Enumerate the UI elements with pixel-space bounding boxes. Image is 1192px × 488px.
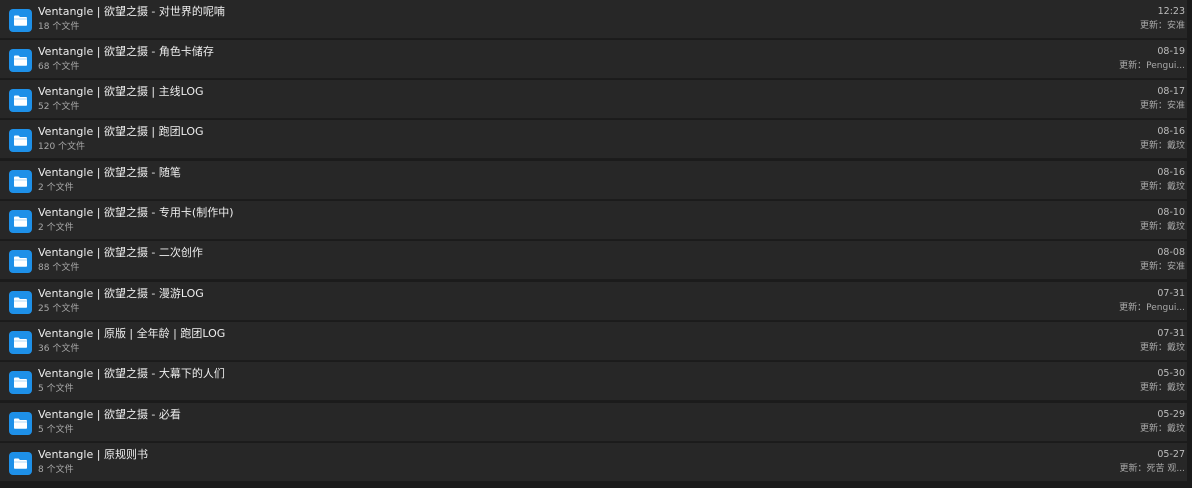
folder-row[interactable]: Ventangle | 欲望之摄 - 二次创作 88 个文件 08-08 更新：…: [0, 241, 1187, 280]
folder-icon: [9, 89, 32, 112]
folder-icon: [9, 331, 32, 354]
file-count: 2 个文件: [38, 183, 74, 193]
folder-name: Ventangle | 欲望之摄 - 随笔: [38, 166, 181, 179]
folder-row[interactable]: Ventangle | 欲望之摄 - 对世界的呢喃 18 个文件 12:23 更…: [0, 0, 1187, 39]
updated-by: 更新：死苦 观...: [1119, 464, 1185, 474]
folder-name: Ventangle | 欲望之摄 | 跑团LOG: [38, 125, 204, 138]
folder-icon: [9, 452, 32, 475]
folder-row[interactable]: Ventangle | 欲望之摄 - 漫游LOG 25 个文件 07-31 更新…: [0, 282, 1187, 321]
folder-row[interactable]: Ventangle | 欲望之摄 - 专用卡(制作中) 2 个文件 08-10 …: [0, 201, 1187, 240]
folder-icon: [9, 291, 32, 314]
updated-by: 更新：Pengui...: [1119, 61, 1185, 71]
updated-by: 更新：戴玟: [1139, 424, 1185, 434]
file-count: 5 个文件: [38, 384, 74, 394]
modified-date: 05-30: [1157, 368, 1185, 379]
updated-by: 更新：Pengui...: [1119, 303, 1185, 313]
folder-icon: [9, 250, 32, 273]
folder-icon: [9, 9, 32, 32]
modified-date: 08-16: [1157, 167, 1185, 178]
folder-row[interactable]: Ventangle | 欲望之摄 | 主线LOG 52 个文件 08-17 更新…: [0, 80, 1187, 119]
modified-date: 08-10: [1157, 207, 1185, 218]
folder-icon: [9, 371, 32, 394]
updated-by: 更新：戴玟: [1139, 141, 1185, 151]
modified-date: 08-19: [1157, 46, 1185, 57]
folder-name: Ventangle | 欲望之摄 - 专用卡(制作中): [38, 206, 234, 219]
file-count: 68 个文件: [38, 62, 80, 72]
folder-name: Ventangle | 欲望之摄 - 角色卡储存: [38, 45, 214, 58]
file-count: 52 个文件: [38, 102, 80, 112]
file-count: 5 个文件: [38, 425, 74, 435]
modified-date: 05-27: [1157, 449, 1185, 460]
updated-by: 更新：戴玟: [1139, 182, 1185, 192]
folder-row[interactable]: Ventangle | 原规则书 8 个文件 05-27 更新：死苦 观...: [0, 443, 1187, 482]
updated-by: 更新：安准: [1139, 262, 1185, 272]
file-count: 88 个文件: [38, 263, 80, 273]
folder-name: Ventangle | 欲望之摄 - 必看: [38, 408, 181, 421]
file-count: 36 个文件: [38, 344, 80, 354]
file-count: 120 个文件: [38, 142, 86, 152]
folder-name: Ventangle | 欲望之摄 | 主线LOG: [38, 85, 204, 98]
file-count: 25 个文件: [38, 304, 80, 314]
folder-icon: [9, 129, 32, 152]
updated-by: 更新：安准: [1139, 101, 1185, 111]
folder-name: Ventangle | 欲望之摄 - 大幕下的人们: [38, 367, 225, 380]
modified-date: 07-31: [1157, 288, 1185, 299]
updated-by: 更新：戴玟: [1139, 343, 1185, 353]
folder-name: Ventangle | 原规则书: [38, 448, 148, 461]
folder-row[interactable]: Ventangle | 欲望之摄 - 角色卡储存 68 个文件 08-19 更新…: [0, 40, 1187, 79]
folder-name: Ventangle | 欲望之摄 - 对世界的呢喃: [38, 5, 225, 18]
folder-name: Ventangle | 原版 | 全年龄 | 跑团LOG: [38, 327, 226, 340]
modified-date: 07-31: [1157, 328, 1185, 339]
folder-row[interactable]: Ventangle | 欲望之摄 - 大幕下的人们 5 个文件 05-30 更新…: [0, 362, 1187, 401]
file-count: 2 个文件: [38, 223, 74, 233]
folder-icon: [9, 412, 32, 435]
folder-row[interactable]: Ventangle | 欲望之摄 - 必看 5 个文件 05-29 更新：戴玟: [0, 403, 1187, 442]
modified-date: 12:23: [1157, 6, 1185, 17]
folder-row[interactable]: Ventangle | 欲望之摄 - 随笔 2 个文件 08-16 更新：戴玟: [0, 161, 1187, 200]
updated-by: 更新：戴玟: [1139, 383, 1185, 393]
folder-row[interactable]: Ventangle | 原版 | 全年龄 | 跑团LOG 36 个文件 07-3…: [0, 322, 1187, 361]
modified-date: 08-08: [1157, 247, 1185, 258]
folder-list: Ventangle | 欲望之摄 - 对世界的呢喃 18 个文件 12:23 更…: [0, 0, 1192, 488]
file-count: 8 个文件: [38, 465, 74, 475]
modified-date: 08-16: [1157, 126, 1185, 137]
updated-by: 更新：戴玟: [1139, 222, 1185, 232]
modified-date: 05-29: [1157, 409, 1185, 420]
folder-row[interactable]: Ventangle | 欲望之摄 | 跑团LOG 120 个文件 08-16 更…: [0, 120, 1187, 159]
modified-date: 08-17: [1157, 86, 1185, 97]
folder-name: Ventangle | 欲望之摄 - 二次创作: [38, 246, 203, 259]
folder-icon: [9, 210, 32, 233]
folder-icon: [9, 170, 32, 193]
scrollbar[interactable]: [1188, 0, 1192, 488]
updated-by: 更新：安准: [1139, 21, 1185, 31]
folder-icon: [9, 49, 32, 72]
file-count: 18 个文件: [38, 22, 80, 32]
folder-name: Ventangle | 欲望之摄 - 漫游LOG: [38, 287, 204, 300]
